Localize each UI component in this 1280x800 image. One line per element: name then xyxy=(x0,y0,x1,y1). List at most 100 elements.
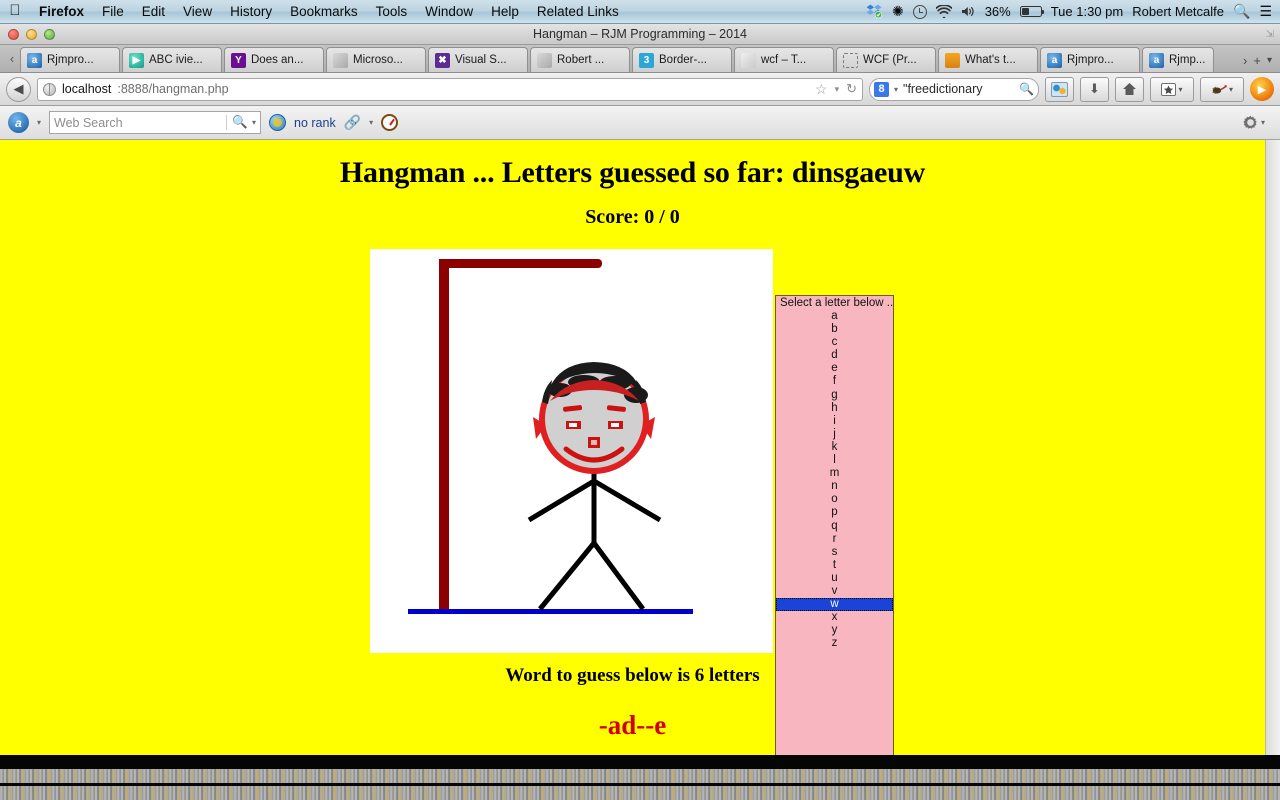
letter-option-x[interactable]: x xyxy=(776,611,893,624)
tab-wcf-pr[interactable]: WCF (Pr... xyxy=(836,47,936,72)
letter-option-p[interactable]: p xyxy=(776,506,893,519)
letter-option-e[interactable]: e xyxy=(776,362,893,375)
time-machine-icon[interactable] xyxy=(912,4,927,19)
chevron-down-icon[interactable]: ▾ xyxy=(252,118,256,127)
google-engine-icon[interactable]: 8 xyxy=(874,81,889,97)
letter-option-a[interactable]: a xyxy=(776,310,893,323)
tab-does-an[interactable]: Y Does an... xyxy=(224,47,324,72)
chevron-down-icon[interactable]: ▾ xyxy=(1229,85,1233,94)
letter-option-j[interactable]: j xyxy=(776,428,893,441)
tab-microsoft[interactable]: Microso... xyxy=(326,47,426,72)
letter-option-h[interactable]: h xyxy=(776,402,893,415)
letter-option-b[interactable]: b xyxy=(776,323,893,336)
tab-rjmprogramming-1[interactable]: a Rjmpro... xyxy=(20,47,120,72)
links-icon[interactable]: 🔗 xyxy=(344,114,361,131)
home-button[interactable] xyxy=(1115,76,1144,102)
menubar-item-view[interactable]: View xyxy=(174,4,221,19)
volume-icon[interactable] xyxy=(961,5,976,18)
letter-option-d[interactable]: d xyxy=(776,349,893,362)
letter-option-i[interactable]: i xyxy=(776,415,893,428)
bookmarks-button[interactable]: ▾ xyxy=(1150,76,1194,102)
fullscreen-icon[interactable]: ⇲ xyxy=(1266,29,1274,40)
menubar-item-window[interactable]: Window xyxy=(416,4,482,19)
letter-option-c[interactable]: c xyxy=(776,336,893,349)
desktop-bottom-strip xyxy=(0,755,1280,800)
firefox-logo-icon[interactable]: ▶ xyxy=(1250,77,1274,101)
letter-option-g[interactable]: g xyxy=(776,389,893,402)
downloads-button[interactable]: ⬇ xyxy=(1080,76,1109,102)
page-scrollbar-gutter[interactable] xyxy=(1265,140,1280,755)
battery-icon[interactable] xyxy=(1019,6,1045,17)
chevron-down-icon[interactable]: ▾ xyxy=(1178,85,1182,94)
notification-center-icon[interactable]: ☰ xyxy=(1259,3,1272,20)
minimize-window-button[interactable] xyxy=(26,29,37,40)
alexa-web-search-field[interactable]: Web Search 🔍 ▾ xyxy=(49,111,262,134)
chevron-down-icon[interactable]: ▾ xyxy=(37,118,41,127)
letter-option-q[interactable]: q xyxy=(776,520,893,533)
list-all-tabs-icon[interactable]: ▾ xyxy=(1267,55,1272,66)
letter-option-l[interactable]: l xyxy=(776,454,893,467)
letter-option-n[interactable]: n xyxy=(776,480,893,493)
letter-option-u[interactable]: u xyxy=(776,572,893,585)
letter-option-t[interactable]: t xyxy=(776,559,893,572)
chevron-down-icon[interactable]: ▾ xyxy=(369,118,373,127)
search-icon[interactable]: 🔍 xyxy=(1019,82,1034,96)
tab-wcf-t[interactable]: wcf – T... xyxy=(734,47,834,72)
letter-option-s[interactable]: s xyxy=(776,546,893,559)
back-button[interactable]: ◀ xyxy=(6,76,31,102)
menubar-item-bookmarks[interactable]: Bookmarks xyxy=(281,4,367,19)
alexa-logo-icon[interactable]: a xyxy=(8,112,29,133)
scroll-left-icon[interactable]: ‹ xyxy=(4,44,20,72)
menubar-item-file[interactable]: File xyxy=(93,4,133,19)
tab-rjmprogramming-2[interactable]: a Rjmpro... xyxy=(1040,47,1140,72)
addon-button[interactable]: ▾ xyxy=(1200,76,1244,102)
menubar-item-history[interactable]: History xyxy=(221,4,281,19)
search-input[interactable]: "freedictionary xyxy=(903,82,982,96)
scroll-right-icon[interactable]: › xyxy=(1243,53,1247,68)
letter-option-o[interactable]: o xyxy=(776,493,893,506)
letter-option-z[interactable]: z xyxy=(776,637,893,650)
spotlight-search-icon[interactable]: 🔍 xyxy=(1233,3,1250,20)
letter-option-y[interactable]: y xyxy=(776,624,893,637)
letter-option-m[interactable]: m xyxy=(776,467,893,480)
web-search-input[interactable]: Web Search xyxy=(54,116,123,130)
tab-border[interactable]: 3 Border-... xyxy=(632,47,732,72)
chevron-down-icon[interactable]: ▾ xyxy=(1261,118,1265,127)
chevron-down-icon[interactable]: ▾ xyxy=(835,84,840,95)
tab-robert[interactable]: Robert ... xyxy=(530,47,630,72)
tab-whats-t[interactable]: What's t... xyxy=(938,47,1038,72)
dropbox-icon[interactable] xyxy=(866,4,883,19)
letter-option-f[interactable]: f xyxy=(776,375,893,388)
select-header-option[interactable]: Select a letter below ... xyxy=(776,296,893,310)
menubar-app-name[interactable]: Firefox xyxy=(30,4,93,19)
menubar-item-tools[interactable]: Tools xyxy=(367,4,417,19)
close-window-button[interactable] xyxy=(8,29,19,40)
new-tab-button[interactable]: + xyxy=(1253,53,1261,68)
url-bar[interactable]: localhost:8888/hangman.php ☆ ▾ ↻ xyxy=(37,77,863,101)
menubar-item-edit[interactable]: Edit xyxy=(133,4,174,19)
letter-option-k[interactable]: k xyxy=(776,441,893,454)
tab-abc-iview[interactable]: ▶ ABC ivie... xyxy=(122,47,222,72)
zoom-window-button[interactable] xyxy=(44,29,55,40)
translate-button[interactable] xyxy=(1045,76,1074,102)
menubar-item-related-links[interactable]: Related Links xyxy=(528,4,628,19)
wifi-icon[interactable] xyxy=(935,5,952,18)
bookmark-star-icon[interactable]: ☆ xyxy=(815,81,828,98)
search-bar[interactable]: 8 ▾ "freedictionary 🔍 xyxy=(869,77,1039,101)
alexa-rank-label: no rank xyxy=(294,115,336,130)
search-icon[interactable]: 🔍 xyxy=(232,115,248,130)
letter-option-r[interactable]: r xyxy=(776,533,893,546)
bluetooth-icon[interactable]: ✺ xyxy=(892,3,904,20)
apple-menu-icon[interactable]:  xyxy=(0,3,30,20)
traffic-speedometer-icon[interactable] xyxy=(381,114,399,131)
letter-option-w[interactable]: w xyxy=(776,598,893,612)
chevron-down-icon[interactable]: ▾ xyxy=(894,85,898,94)
tab-rjmprogramming-3[interactable]: a Rjmp... xyxy=(1142,47,1214,72)
reload-icon[interactable]: ↻ xyxy=(846,81,857,97)
tab-visual-studio[interactable]: ✖ Visual S... xyxy=(428,47,528,72)
menubar-username[interactable]: Robert Metcalfe xyxy=(1132,4,1224,19)
menubar-clock[interactable]: Tue 1:30 pm xyxy=(1051,4,1124,19)
alexa-settings-button[interactable]: ▾ xyxy=(1236,111,1272,135)
menubar-item-help[interactable]: Help xyxy=(482,4,528,19)
letter-option-v[interactable]: v xyxy=(776,585,893,598)
